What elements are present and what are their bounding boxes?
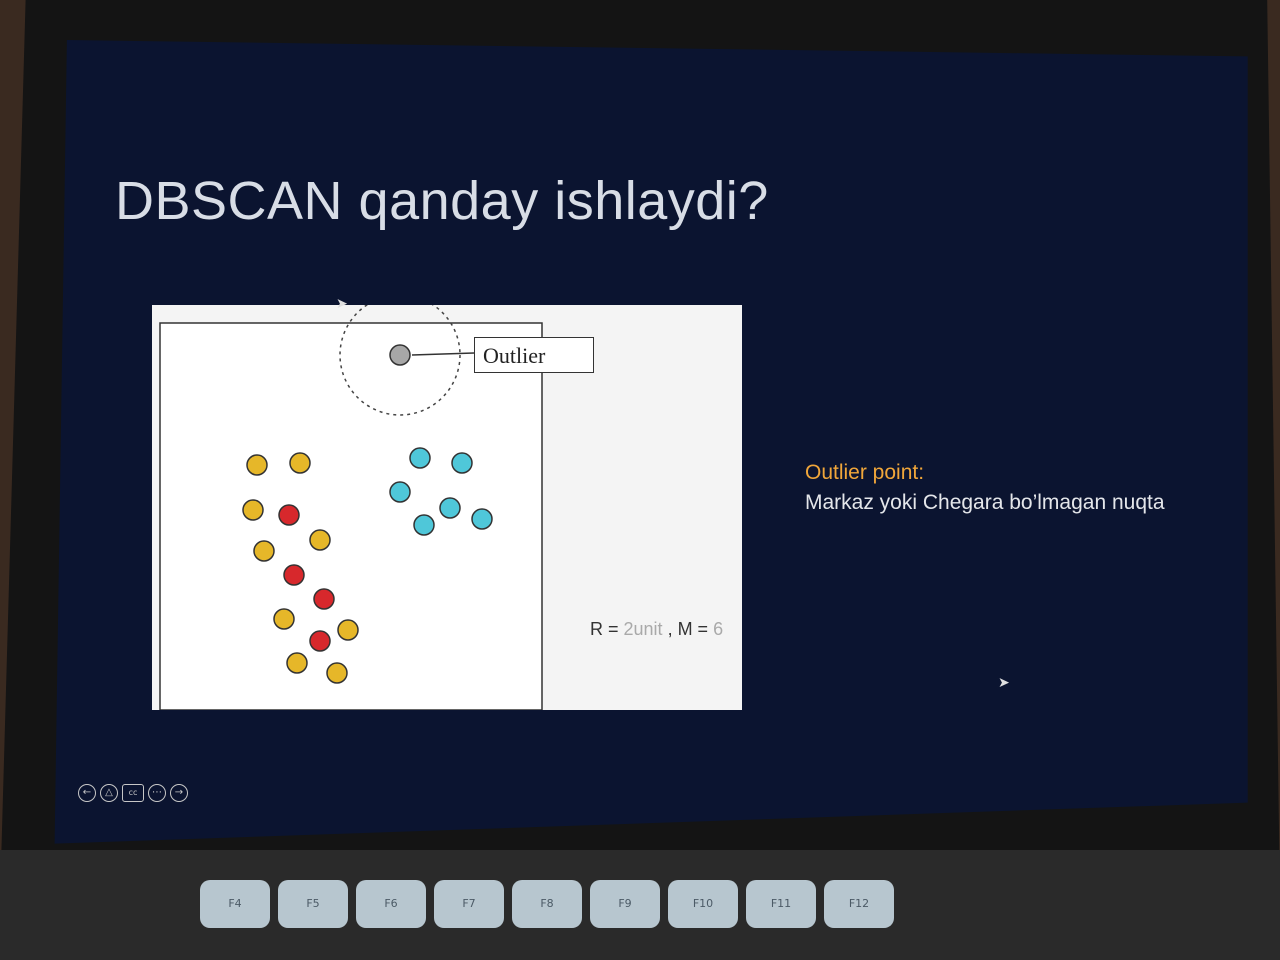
core-point — [242, 499, 264, 521]
function-keys: F4 F5 F6 F7 F8 F9 F10 F11 F12 — [200, 880, 894, 928]
core-point — [309, 529, 331, 551]
border-point — [278, 504, 300, 526]
cluster2-point — [413, 514, 435, 536]
description-text: Markaz yoki Chegara bo’lmagan nuqta — [805, 491, 1165, 514]
cluster2-point — [389, 481, 411, 503]
core-point — [253, 540, 275, 562]
cluster2-point — [439, 497, 461, 519]
key-f11[interactable]: F11 — [746, 880, 816, 928]
core-point — [289, 452, 311, 474]
cluster2-point — [471, 508, 493, 530]
key-f9[interactable]: F9 — [590, 880, 660, 928]
mouse-cursor-icon: ➤ — [998, 675, 1010, 691]
slide-title: DBSCAN qanday ishlaydi? — [115, 171, 769, 231]
back-icon[interactable]: ← — [78, 784, 96, 802]
border-point — [313, 588, 335, 610]
cluster2-point — [409, 447, 431, 469]
cc-icon[interactable]: cc — [122, 784, 144, 802]
key-f8[interactable]: F8 — [512, 880, 582, 928]
pen-icon[interactable]: △ — [100, 784, 118, 802]
dbscan-figure: Outlier R = 2unit , M = 6 — [152, 305, 742, 710]
slide-description: Outlier point: Markaz yoki Chegara bo’lm… — [805, 458, 1165, 518]
outlier-point — [389, 344, 411, 366]
key-f10[interactable]: F10 — [668, 880, 738, 928]
key-f12[interactable]: F12 — [824, 880, 894, 928]
outlier-label: Outlier — [474, 337, 594, 373]
min-points-prefix: , M = — [662, 619, 714, 639]
border-point — [309, 630, 331, 652]
core-point — [286, 652, 308, 674]
radius-prefix: R = — [590, 619, 624, 639]
radius-value: 2unit — [623, 619, 663, 639]
slideshow-controls: ← △ cc ⋯ → — [78, 784, 188, 802]
key-f7[interactable]: F7 — [434, 880, 504, 928]
core-point — [326, 662, 348, 684]
core-point — [246, 454, 268, 476]
mouse-cursor-icon: ➤ — [336, 296, 348, 312]
border-point — [283, 564, 305, 586]
key-f5[interactable]: F5 — [278, 880, 348, 928]
more-icon[interactable]: ⋯ — [148, 784, 166, 802]
forward-icon[interactable]: → — [170, 784, 188, 802]
parameters-text: R = 2unit , M = 6 — [590, 619, 723, 640]
core-point — [273, 608, 295, 630]
core-point — [337, 619, 359, 641]
key-f4[interactable]: F4 — [200, 880, 270, 928]
min-points-value: 6 — [713, 619, 724, 639]
key-f6[interactable]: F6 — [356, 880, 426, 928]
cluster2-point — [451, 452, 473, 474]
cluster-diagram — [159, 305, 543, 710]
description-heading: Outlier point: — [805, 461, 925, 484]
